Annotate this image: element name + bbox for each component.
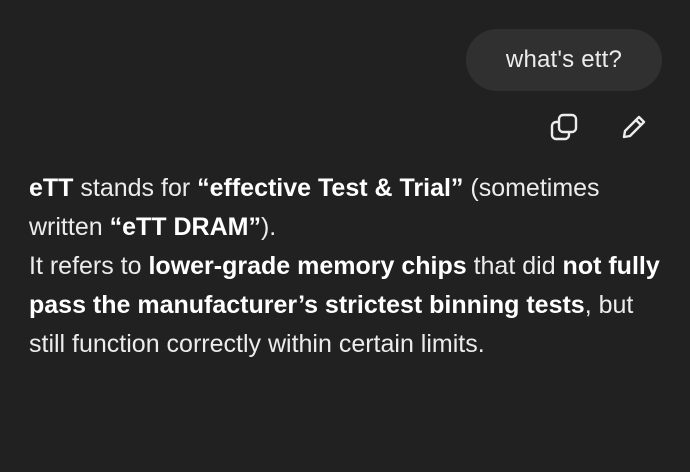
copy-icon [549,112,579,142]
answer-bold: “effective Test & Trial” [197,174,464,202]
assistant-answer: eTT stands for “effective Test & Trial” … [29,169,669,364]
user-message-bubble: what's ett? [466,29,662,91]
answer-bold: eTT [29,174,74,202]
answer-text: stands for [73,174,198,202]
answer-paragraph-2: It refers to lower-grade memory chips th… [29,247,669,364]
answer-bold: “eTT DRAM” [109,213,261,241]
answer-text: ). [260,213,277,241]
answer-bold: lower-grade memory chips [148,252,467,280]
answer-text: that did [466,252,563,280]
user-message-text: what's ett? [505,46,623,73]
edit-button[interactable] [617,110,651,144]
answer-text: It refers to [29,252,149,280]
copy-button[interactable] [547,110,581,144]
pencil-icon [619,112,649,142]
answer-paragraph-1: eTT stands for “effective Test & Trial” … [29,169,669,247]
